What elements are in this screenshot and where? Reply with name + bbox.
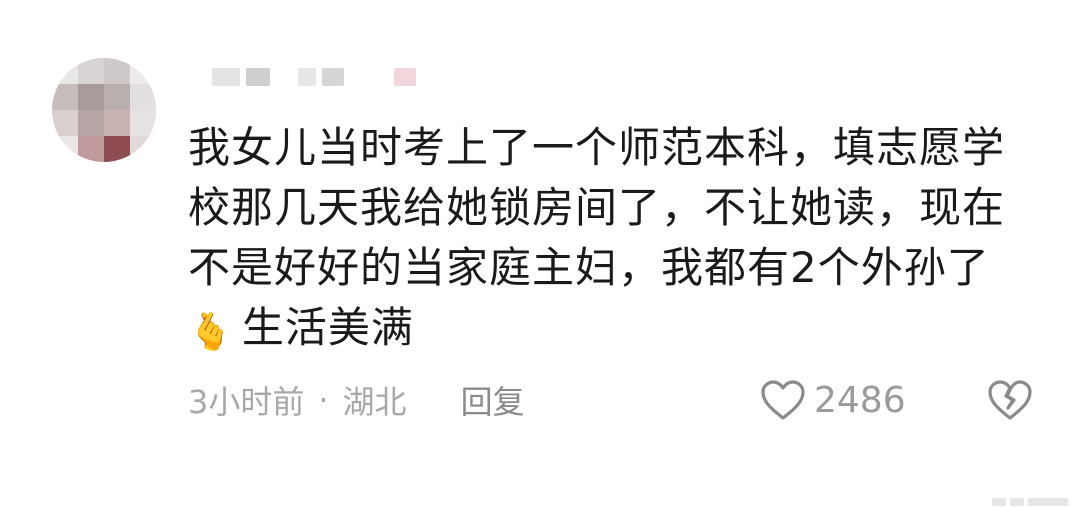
comment-line-2: 校那几天我给她锁房间了，不让她读，现在 xyxy=(188,183,1006,232)
broken-heart-icon[interactable] xyxy=(986,376,1034,424)
watermark xyxy=(992,498,1068,506)
comment-time: 3小时前 xyxy=(188,383,305,421)
comment-line-3: 不是好好的当家庭主妇，我都有2个外孙了 xyxy=(188,243,990,292)
heart-outline-icon xyxy=(761,380,805,420)
reply-button[interactable]: 回复 xyxy=(461,377,525,423)
like-button[interactable]: 2486 xyxy=(760,372,906,428)
comment-line-4: 生活美满 xyxy=(241,303,414,352)
comment-location: 湖北 xyxy=(342,383,407,421)
finger-heart-icon: 🫰 xyxy=(188,312,234,353)
avatar[interactable] xyxy=(52,58,156,162)
comment-item: 我女儿当时考上了一个师范本科，填志愿学 校那几天我给她锁房间了，不让她读，现在 … xyxy=(0,0,1086,508)
comment-meta: 3小时前 · 湖北 回复 xyxy=(188,372,1048,428)
comment-line-1: 我女儿当时考上了一个师范本科，填志愿学 xyxy=(188,123,1006,172)
like-count: 2486 xyxy=(814,379,906,421)
comment-body: 我女儿当时考上了一个师范本科，填志愿学 校那几天我给她锁房间了，不让她读，现在 … xyxy=(188,118,1068,363)
meta-separator: · xyxy=(318,381,329,419)
username-blurred[interactable] xyxy=(212,66,416,88)
